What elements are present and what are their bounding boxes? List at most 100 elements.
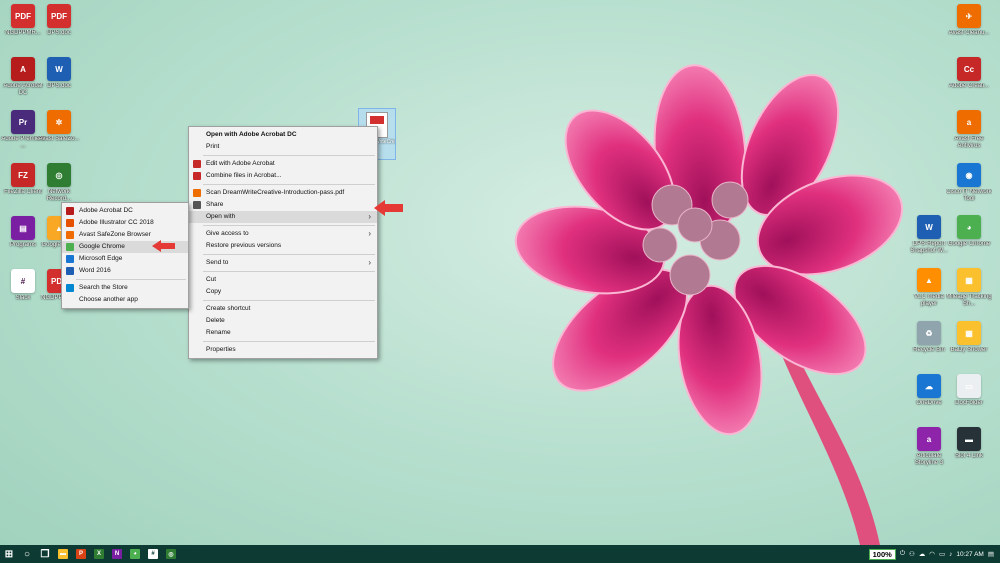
desktop-icon-google-chrome[interactable]: ◕ Google Chrome	[946, 215, 992, 263]
desktop-icon-bady-shower[interactable]: ▦ BaDy Shower	[946, 321, 992, 369]
people-icon[interactable]: ⚇	[909, 550, 915, 558]
taskbar-task-view-button[interactable]: ❐	[36, 545, 54, 563]
desktop-icon-avast-cleanu[interactable]: ✈ Avast Cleanu...	[946, 4, 992, 52]
desktop-icon-dps-doc[interactable]: PDF DPS.doc	[36, 4, 82, 52]
menu-item-print[interactable]: Print	[189, 141, 377, 153]
cisco-it-network-tool-icon: ◉	[957, 163, 981, 187]
menu-separator	[203, 254, 375, 255]
menu-item-restore-previous-versions[interactable]: Restore previous versions	[189, 240, 377, 252]
menu-item-create-shortcut[interactable]: Create shortcut	[189, 303, 377, 315]
taskbar-cortana-button[interactable]: ○	[18, 545, 36, 563]
menu-item-label: Open with Adobe Acrobat DC	[206, 131, 297, 138]
desktop-icon-label: Network Record...	[46, 189, 72, 202]
filezilla-client-icon: FZ	[11, 163, 35, 187]
menu-item-open-with[interactable]: Open with ›	[189, 211, 377, 223]
google-chrome-icon	[66, 243, 74, 251]
menu-item-label: Scan DreamWriteCreative-Introduction-pas…	[206, 189, 345, 196]
taskbar-powerpoint[interactable]: P	[72, 545, 90, 563]
taskbar-excel[interactable]: X	[90, 545, 108, 563]
menu-item-copy[interactable]: Copy	[189, 286, 377, 298]
avast-safezo-icon: ✲	[47, 110, 71, 134]
desktop-icon-label: Avast Cleanu...	[948, 30, 990, 36]
menu-item-label: Microsoft Edge	[79, 255, 123, 262]
dps-doc-icon: PDF	[47, 4, 71, 28]
ngdppmr-icon: PDF	[11, 4, 35, 28]
menu-item-choose-another-app[interactable]: Choose another app	[62, 294, 188, 306]
menu-item-label: Adobe Acrobat DC	[79, 207, 133, 214]
context-menu: Open with Adobe Acrobat DC Print Edit with…	[188, 126, 378, 359]
menu-separator	[203, 155, 375, 156]
menu-item-edit-with-adobe-acrobat[interactable]: Edit with Adobe Acrobat	[189, 158, 377, 170]
menu-item-share[interactable]: Share	[189, 199, 377, 211]
battery-icon[interactable]: ▭	[939, 550, 945, 558]
menu-separator	[203, 184, 375, 185]
menu-item-scan-dreamwritecreative-introduction-pass-pdf[interactable]: Scan DreamWriteCreative-Introduction-pas…	[189, 187, 377, 199]
taskbar-network-recorder[interactable]: ◎	[162, 545, 180, 563]
desktop-icon-adobe-creati[interactable]: Cc Adobe Creati...	[946, 57, 992, 105]
taskbar-apps: ⊞ ○ ❐ ▬ P X N ◕ # ◎	[0, 545, 180, 563]
desktop-icon-dps-doc[interactable]: W DPS.doc	[36, 57, 82, 105]
desktop-icon-label: BaDy Shower	[950, 347, 988, 353]
menu-separator	[76, 279, 186, 280]
cloud-icon[interactable]: ☁	[919, 550, 926, 558]
dps-report-snapshot-w-icon: W	[917, 215, 941, 239]
menu-item-label: Print	[206, 143, 220, 150]
power-icon[interactable]: ⏻	[900, 550, 905, 558]
menu-item-label: Share	[206, 201, 224, 208]
avast-free-antivirus-icon: a	[957, 110, 981, 134]
avast-cleanu-icon: ✈	[957, 4, 981, 28]
chevron-right-icon: ›	[368, 258, 371, 267]
adobe-creati-icon: Cc	[957, 57, 981, 81]
clock[interactable]: 10:27 AM	[956, 551, 983, 558]
menu-item-delete[interactable]: Delete	[189, 315, 377, 327]
menu-separator	[203, 225, 375, 226]
menu-item-give-access-to[interactable]: Give access to ›	[189, 228, 377, 240]
desktop-icon-docfolder[interactable]: ▭ DocFolder	[946, 374, 992, 422]
menu-item-properties[interactable]: Properties	[189, 344, 377, 356]
menu-item-search-the-store[interactable]: Search the Store	[62, 282, 188, 294]
desktop-icon-label: Mileage Tracking Sh...	[946, 294, 992, 307]
network-record-icon: ◎	[47, 163, 71, 187]
battery-indicator[interactable]: 100%	[868, 548, 896, 560]
taskbar-chrome[interactable]: ◕	[126, 545, 144, 563]
desktop-icon-avast-free-antivirus[interactable]: a Avast Free Antivirus	[946, 110, 992, 158]
menu-item-label: Send to	[206, 259, 229, 266]
slack-icon: #	[11, 269, 35, 293]
wifi-icon[interactable]: ◠	[929, 550, 935, 558]
menu-item-open-with-adobe-acrobat-dc[interactable]: Open with Adobe Acrobat DC	[189, 129, 377, 141]
menu-item-rename[interactable]: Rename	[189, 327, 377, 339]
notifications-icon[interactable]: ▤	[988, 550, 994, 558]
adobe-illustrator-cc-2018-icon	[66, 219, 74, 227]
menu-item-label: Create shortcut	[206, 305, 251, 312]
menu-item-label: Properties	[206, 346, 236, 353]
desktop-icon-avast-safezo[interactable]: ✲ Avast SafeZo...	[36, 110, 82, 158]
google-chrome-icon: ◕	[957, 215, 981, 239]
menu-item-send-to[interactable]: Send to ›	[189, 257, 377, 269]
volume-icon[interactable]: ♪	[949, 551, 952, 558]
slack-icon: #	[148, 549, 158, 559]
menu-item-adobe-illustrator-cc-2018[interactable]: Adobe Illustrator CC 2018	[62, 217, 188, 229]
desktop-icon-label: Slot 4 Link	[954, 453, 984, 459]
chevron-right-icon: ›	[368, 212, 371, 221]
taskbar-onenote[interactable]: N	[108, 545, 126, 563]
menu-item-cut[interactable]: Cut	[189, 274, 377, 286]
menu-item-adobe-acrobat-dc[interactable]: Adobe Acrobat DC	[62, 205, 188, 217]
menu-item-combine-files-in-acrobat[interactable]: Combine files in Acrobat...	[189, 170, 377, 182]
menu-item-word-2016[interactable]: Word 2016	[62, 265, 188, 277]
network-recorder-icon: ◎	[166, 549, 176, 559]
menu-item-microsoft-edge[interactable]: Microsoft Edge	[62, 253, 188, 265]
excel-icon: X	[94, 549, 104, 559]
menu-item-label: Avast SafeZone Browser	[79, 231, 151, 238]
desktop-icon-label: DPS.doc	[47, 30, 71, 36]
desktop-icon-cisco-it-network-tool[interactable]: ◉ Cisco IT Network Tool	[946, 163, 992, 211]
microsoft-edge-icon	[66, 255, 74, 263]
desktop-icon-slot-4-link[interactable]: ▬ Slot 4 Link	[946, 427, 992, 475]
desktop-icon-label: Google Chrome	[947, 241, 991, 247]
desktop-icon-mileage-tracking-sh[interactable]: ▦ Mileage Tracking Sh...	[946, 268, 992, 316]
menu-separator	[203, 341, 375, 342]
taskbar-start-button[interactable]: ⊞	[0, 545, 18, 563]
menu-item-label: Restore previous versions	[206, 242, 282, 249]
taskbar-file-explorer[interactable]: ▬	[54, 545, 72, 563]
menu-item-label: Rename	[206, 329, 231, 336]
taskbar-slack[interactable]: #	[144, 545, 162, 563]
